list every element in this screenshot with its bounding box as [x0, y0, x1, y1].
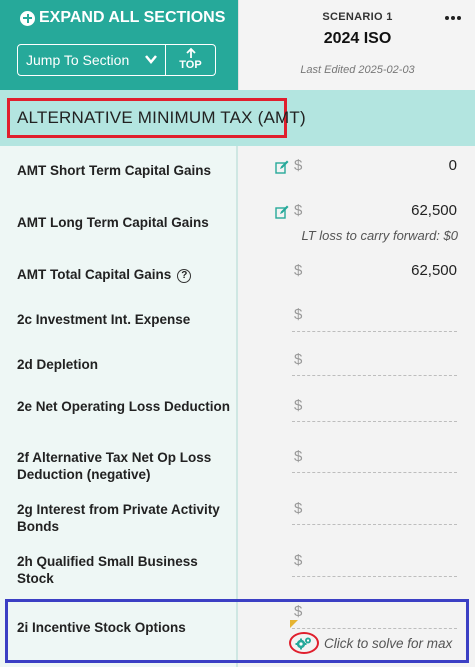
- amt-form: AMT Short Term Capital Gains $ 0 AMT Lon…: [0, 146, 475, 667]
- scenario-panel: SCENARIO 1 2024 ISO Last Edited 2025-02-…: [238, 0, 475, 90]
- alt-tax-net-op-loss-input[interactable]: [292, 472, 457, 473]
- depletion-input[interactable]: [292, 375, 457, 376]
- arrow-up-icon: [185, 47, 196, 58]
- gear-highlight: [289, 632, 319, 654]
- solve-for-max-label: Click to solve for max: [324, 635, 453, 651]
- private-activity-bonds-input[interactable]: [292, 524, 457, 525]
- help-icon[interactable]: ?: [177, 269, 192, 283]
- header: EXPAND ALL SECTIONS Jump To Section TOP …: [0, 0, 475, 90]
- row-label-2c: 2c Investment Int. Expense: [17, 312, 191, 327]
- section-title: ALTERNATIVE MINIMUM TAX (AMT): [17, 108, 306, 127]
- row-label-2e: 2e Net Operating Loss Deduction: [17, 399, 231, 414]
- dollar-sign: $: [294, 157, 303, 174]
- dollar-sign: $: [294, 202, 303, 219]
- dollar-sign: $: [294, 351, 303, 368]
- jump-to-section-select[interactable]: Jump To Section: [17, 44, 166, 76]
- value-column: [238, 146, 475, 667]
- amt-total-label: AMT Total Capital Gains: [17, 267, 172, 282]
- back-to-top-button[interactable]: TOP: [166, 44, 216, 76]
- dollar-sign: $: [294, 306, 303, 323]
- lt-loss-carry-note: LT loss to carry forward: $0: [301, 228, 458, 243]
- chevron-down-icon: [145, 55, 157, 64]
- row-label-2h: 2h Qualified Small Business Stock: [17, 554, 198, 586]
- row-label-amt-long-term: AMT Long Term Capital Gains: [17, 215, 209, 230]
- amt-total-value: 62,500: [411, 262, 457, 279]
- edit-icon[interactable]: [275, 205, 289, 219]
- edit-icon[interactable]: [275, 160, 289, 174]
- section-header: ALTERNATIVE MINIMUM TAX (AMT): [0, 90, 475, 146]
- flag-icon: [290, 620, 298, 628]
- amt-short-term-value: 0: [448, 157, 457, 174]
- plus-circle-icon: [20, 10, 35, 26]
- top-label: TOP: [179, 59, 202, 71]
- investment-int-expense-input[interactable]: [292, 331, 457, 332]
- row-label-amt-total: AMT Total Capital Gains?: [17, 266, 232, 283]
- expand-all-sections-button[interactable]: EXPAND ALL SECTIONS: [20, 9, 225, 27]
- jump-to-section-label: Jump To Section: [26, 52, 130, 68]
- dollar-sign: $: [294, 397, 303, 414]
- more-options-icon[interactable]: [445, 16, 461, 20]
- row-label-2i: 2i Incentive Stock Options: [17, 620, 186, 635]
- solve-for-max-button[interactable]: Click to solve for max: [289, 632, 452, 654]
- scenario-name[interactable]: 2024 ISO: [239, 30, 475, 48]
- amt-long-term-value: 62,500: [411, 202, 457, 219]
- scenario-label: SCENARIO 1: [322, 11, 393, 23]
- expand-all-label: EXPAND ALL SECTIONS: [39, 9, 226, 26]
- row-label-2f: 2f Alternative Tax Net Op Loss Deduction…: [17, 450, 212, 482]
- dollar-sign: $: [294, 500, 303, 517]
- qualified-small-business-input[interactable]: [292, 576, 457, 577]
- last-edited-text: Last Edited 2025-02-03: [300, 64, 415, 76]
- gears-icon: [295, 637, 311, 650]
- incentive-stock-options-input[interactable]: [292, 628, 457, 629]
- row-label-2g: 2g Interest from Private Activity Bonds: [17, 502, 220, 534]
- dollar-sign: $: [294, 262, 303, 279]
- dollar-sign: $: [294, 448, 303, 465]
- net-operating-loss-input[interactable]: [292, 421, 457, 422]
- row-label-amt-short-term: AMT Short Term Capital Gains: [17, 163, 212, 178]
- header-controls: EXPAND ALL SECTIONS Jump To Section TOP: [0, 0, 238, 90]
- section-title-highlight: ALTERNATIVE MINIMUM TAX (AMT): [7, 98, 306, 138]
- dollar-sign: $: [294, 603, 303, 620]
- dollar-sign: $: [294, 552, 303, 569]
- row-label-2d: 2d Depletion: [17, 357, 99, 372]
